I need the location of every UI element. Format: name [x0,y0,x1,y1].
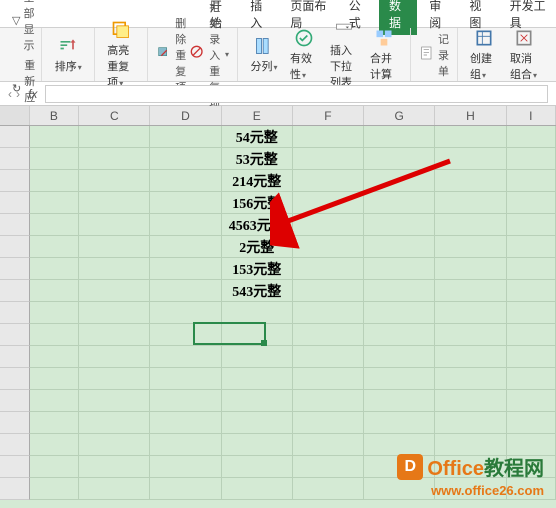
create-group-button[interactable]: 创建组▾ [464,26,504,84]
cell-E9-selected[interactable] [222,302,293,324]
fx-label[interactable]: fx [28,87,37,101]
col-header-D[interactable]: D [150,106,221,125]
ungroup-icon [514,28,534,48]
highlight-dup-button[interactable]: 高亮重复项▾ [101,18,141,92]
formula-input[interactable] [45,85,548,103]
formula-bar: ‹ › fx [0,82,556,106]
cell-E6[interactable]: 2元整 [222,236,293,258]
consolidate-icon [374,28,394,48]
col-header-B[interactable]: B [30,106,79,125]
validation-icon [294,28,314,48]
record-button[interactable]: 记录单 [417,30,451,80]
col-header-G[interactable]: G [364,106,435,125]
ungroup-button[interactable]: 取消组合▾ [504,26,544,84]
col-header-H[interactable]: H [435,106,506,125]
col-header-E[interactable]: E [222,106,293,125]
watermark-icon: D [397,454,423,480]
consolidate-button[interactable]: 合并计算 [364,26,404,84]
ribbon-toolbar: ▽全部显示 ↻重新应用 排序▾ 高亮重复项▾ 删除重复项 拒绝录入重复项▾ 分列… [0,28,556,82]
ribbon-tabs: 开始 插入 页面布局 公式 数据 审阅 视图 开发工具 [0,0,556,28]
col-header-I[interactable]: I [507,106,556,125]
cell-E4[interactable]: 156元整 [222,192,293,214]
cell-E7[interactable]: 153元整 [222,258,293,280]
grid[interactable]: 54元整 53元整 214元整 156元整 4563元整 2元整 153元整 5… [0,126,556,500]
col-header-C[interactable]: C [79,106,150,125]
cell-E8[interactable]: 543元整 [222,280,293,302]
column-headers: B C D E F G H I [0,106,556,126]
select-all-corner[interactable] [0,106,30,125]
insert-dropdown-button[interactable]: 插入下拉列表 [324,18,364,92]
funnel-icon: ▽ [12,14,20,27]
reject-icon [190,45,206,64]
chevron-left-icon[interactable]: ‹ [8,87,12,101]
record-icon [419,45,435,64]
dropdown-icon [334,20,354,40]
col-header-F[interactable]: F [293,106,364,125]
chevron-right-icon[interactable]: › [16,87,20,101]
validation-button[interactable]: 有效性▾ [284,26,324,84]
cell-E3[interactable]: 214元整 [222,170,293,192]
cell-E1[interactable]: 54元整 [222,126,293,148]
columns-icon [254,36,274,56]
sort-button[interactable]: 排序▾ [48,34,88,76]
cell-E2[interactable]: 53元整 [222,148,293,170]
show-all-button[interactable]: ▽全部显示 [10,0,37,54]
delete-dup-button[interactable]: 删除重复项 [154,14,188,96]
text-to-columns-button[interactable]: 分列▾ [244,34,284,76]
cell-E5[interactable]: 4563元整 [222,214,293,236]
delete-dup-icon [156,45,172,64]
highlight-icon [111,20,131,40]
sort-icon [58,36,78,56]
spreadsheet-area: B C D E F G H I 54元整 53元整 214元整 156元整 45… [0,106,556,508]
group-icon [474,28,494,48]
watermark: D Office教程网 www.office26.com [397,452,544,498]
watermark-url: www.office26.com [397,483,544,498]
